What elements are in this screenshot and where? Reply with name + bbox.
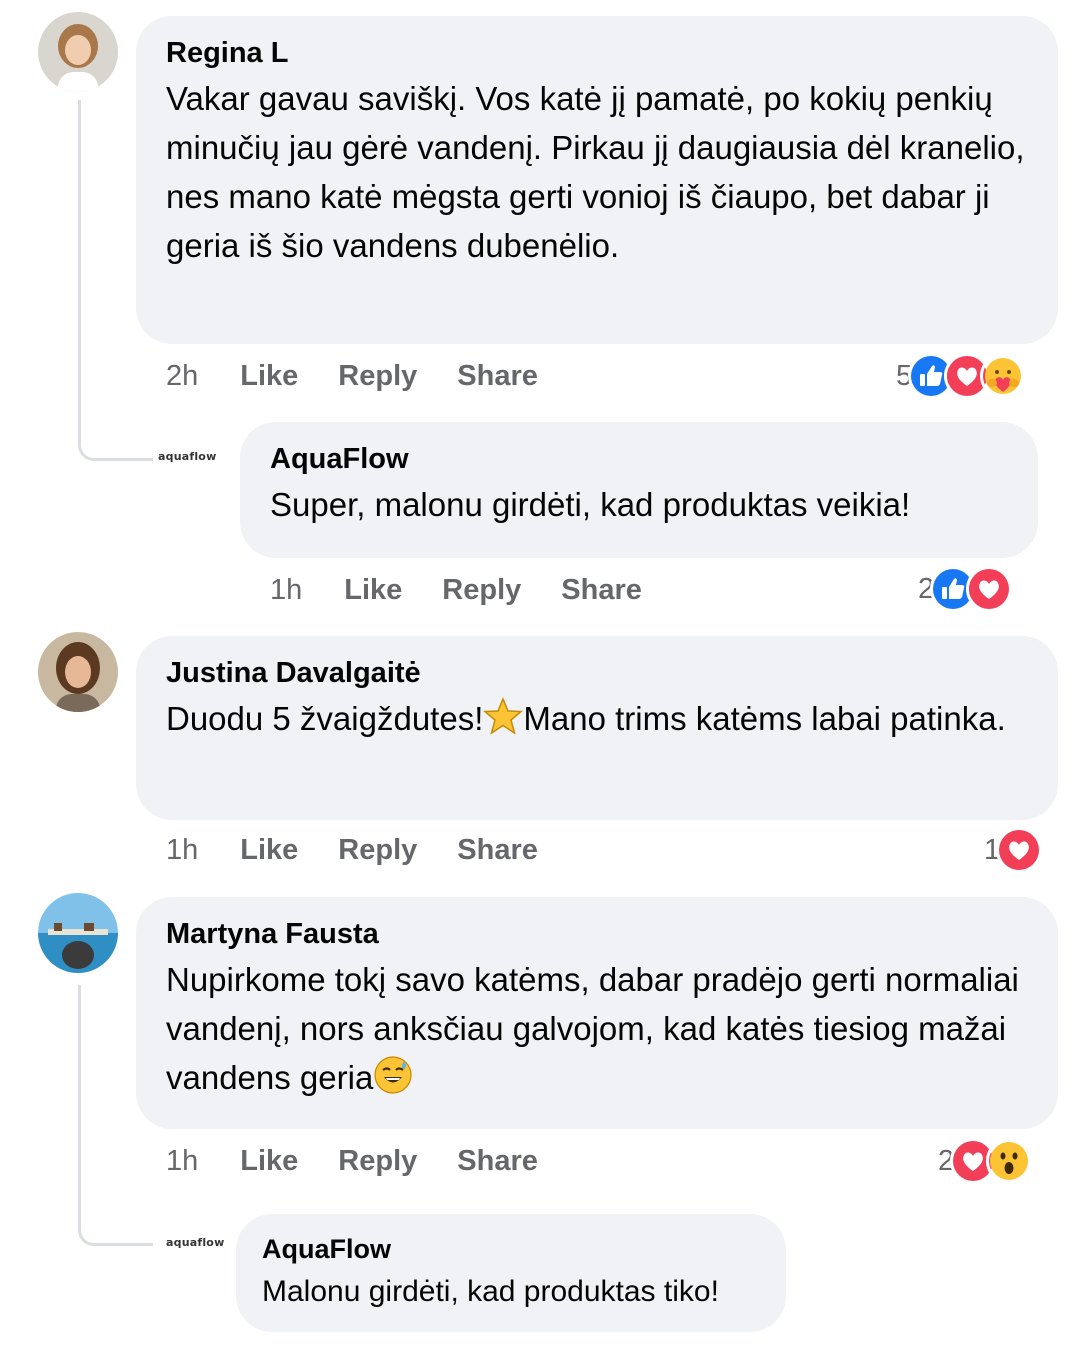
like-button[interactable]: Like [240, 360, 298, 393]
reply-button[interactable]: Reply [338, 834, 417, 867]
comment-time[interactable]: 1h [166, 834, 198, 867]
like-button[interactable]: Like [240, 834, 298, 867]
reaction-summary[interactable]: 5 [896, 353, 1027, 399]
reply-actions: 1h Like Reply Share [270, 570, 682, 610]
comment-actions: 1h Like Reply Share [166, 830, 578, 870]
aquaflow-logo[interactable]: aquaflow [166, 1236, 224, 1249]
avatar-martyna[interactable] [38, 893, 118, 973]
share-button[interactable]: Share [457, 360, 538, 393]
reply-text: Super, malonu girdėti, kad produktas vei… [270, 486, 911, 523]
like-button[interactable]: Like [344, 574, 402, 607]
share-button[interactable]: Share [457, 1145, 538, 1178]
comment-text: Nupirkome tokį savo katėms, dabar pradėj… [166, 955, 1028, 1102]
love-icon [996, 827, 1043, 873]
comment-author[interactable]: Justina Davalgaitė [166, 656, 1028, 690]
reaction-summary[interactable]: 2 [918, 566, 1013, 612]
reply-author[interactable]: AquaFlow [262, 1232, 760, 1266]
comment-bubble: Justina Davalgaitė Duodu 5 žvaigždutes! M… [136, 636, 1058, 820]
aquaflow-logo[interactable]: aquaflow [158, 450, 216, 463]
comment-text-part: Nupirkome tokį savo katėms, dabar pradėj… [166, 961, 1019, 1096]
reply-bubble: AquaFlow Super, malonu girdėti, kad prod… [240, 422, 1038, 558]
share-button[interactable]: Share [561, 574, 642, 607]
comment-actions: 2h Like Reply Share [166, 356, 578, 396]
reply-text: Malonu girdėti, kad produktas tiko! [262, 1275, 719, 1308]
avatar-justina[interactable] [38, 632, 118, 712]
reply-bubble: AquaFlow Malonu girdėti, kad produktas t… [236, 1214, 786, 1332]
avatar-regina[interactable] [38, 12, 118, 92]
reply-button[interactable]: Reply [338, 1145, 417, 1178]
wow-icon [986, 1138, 1033, 1184]
comment-text-part: Mano trims katėms labai patinka. [523, 700, 1006, 737]
reply-button[interactable]: Reply [442, 574, 521, 607]
comment-bubble: Regina L Vakar gavau saviškį. Vos katė j… [136, 16, 1058, 344]
share-button[interactable]: Share [457, 834, 538, 867]
comment-author[interactable]: Martyna Fausta [166, 917, 1028, 951]
comment-text: Duodu 5 žvaigždutes! Mano trims katėms la… [166, 694, 1028, 743]
love-icon [966, 566, 1013, 612]
reaction-summary[interactable]: 1 [984, 827, 1043, 873]
comment-text: Vakar gavau saviškį. Vos katė jį pamatė,… [166, 80, 1025, 264]
star-emoji-icon [483, 696, 523, 736]
reply-author[interactable]: AquaFlow [270, 442, 1008, 476]
reply-button[interactable]: Reply [338, 360, 417, 393]
comment-text-part: Duodu 5 žvaigždutes! [166, 700, 484, 737]
comment-bubble: Martyna Fausta Nupirkome tokį savo katėm… [136, 897, 1058, 1129]
reply-time[interactable]: 1h [270, 574, 302, 607]
like-button[interactable]: Like [240, 1145, 298, 1178]
comment-time[interactable]: 1h [166, 1145, 198, 1178]
comment-author[interactable]: Regina L [166, 36, 1028, 70]
reaction-summary[interactable]: 2 [938, 1138, 1033, 1184]
care-icon [980, 353, 1027, 399]
sweat-smile-emoji-icon [373, 1055, 413, 1095]
comment-time[interactable]: 2h [166, 360, 198, 393]
comment-actions: 1h Like Reply Share [166, 1141, 578, 1181]
